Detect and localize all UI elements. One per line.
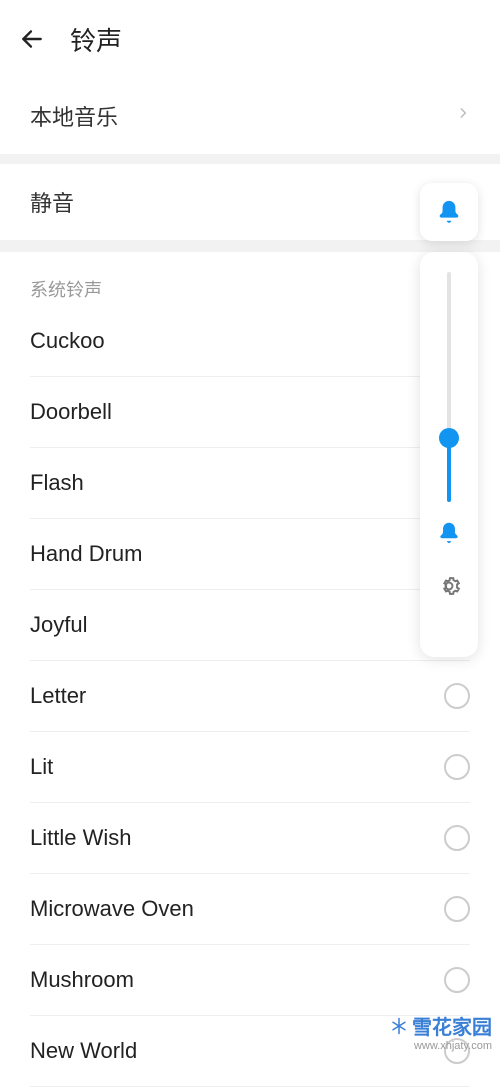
- ringtone-label: Microwave Oven: [30, 896, 194, 922]
- ringtone-item[interactable]: Hand Drum: [30, 519, 470, 590]
- local-music-label: 本地音乐: [30, 100, 118, 132]
- page-title: 铃声: [70, 21, 122, 58]
- radio-icon[interactable]: [444, 754, 470, 780]
- ringtone-item[interactable]: Joyful: [30, 590, 470, 661]
- snowflake-icon: [390, 1017, 408, 1035]
- radio-icon[interactable]: [444, 967, 470, 993]
- radio-icon[interactable]: [444, 825, 470, 851]
- volume-mode-button[interactable]: [420, 183, 478, 241]
- radio-icon[interactable]: [444, 896, 470, 922]
- local-music-row[interactable]: 本地音乐: [0, 78, 500, 154]
- watermark-text: 雪花家园: [412, 1011, 492, 1040]
- back-icon[interactable]: [18, 25, 46, 53]
- ringtone-label: Hand Drum: [30, 541, 142, 567]
- ringtone-item[interactable]: Cuckoo: [30, 312, 470, 377]
- ringtone-item[interactable]: Doorbell: [30, 377, 470, 448]
- volume-slider[interactable]: [447, 272, 451, 502]
- bell-icon[interactable]: [436, 520, 462, 551]
- gear-icon[interactable]: [436, 573, 462, 604]
- header-bar: 铃声: [0, 0, 500, 78]
- ringtone-item[interactable]: Mushroom: [30, 945, 470, 1016]
- ringtone-label: Joyful: [30, 612, 87, 638]
- ringtone-item[interactable]: Flash: [30, 448, 470, 519]
- ringtone-item[interactable]: Letter: [30, 661, 470, 732]
- ringtone-item[interactable]: Microwave Oven: [30, 874, 470, 945]
- watermark-url: www.xhjaty.com: [390, 1040, 492, 1052]
- chevron-right-icon: [456, 102, 470, 130]
- ringtone-label: Lit: [30, 754, 53, 780]
- ringtone-label: Mushroom: [30, 967, 134, 993]
- volume-slider-thumb[interactable]: [439, 428, 459, 448]
- mute-label: 静音: [30, 191, 74, 216]
- radio-icon[interactable]: [444, 683, 470, 709]
- ringtone-label: Doorbell: [30, 399, 112, 425]
- ringtone-label: Little Wish: [30, 825, 131, 851]
- category-label: 系统铃声: [30, 252, 470, 312]
- ringtone-item[interactable]: Little Wish: [30, 803, 470, 874]
- volume-slider-panel: [420, 252, 478, 657]
- ringtone-item[interactable]: Lit: [30, 732, 470, 803]
- ringtone-label: New World: [30, 1038, 137, 1064]
- watermark: 雪花家园 www.xhjaty.com: [390, 1011, 492, 1052]
- ringtone-label: Letter: [30, 683, 86, 709]
- ringtone-label: Cuckoo: [30, 328, 105, 354]
- ringtone-label: Flash: [30, 470, 84, 496]
